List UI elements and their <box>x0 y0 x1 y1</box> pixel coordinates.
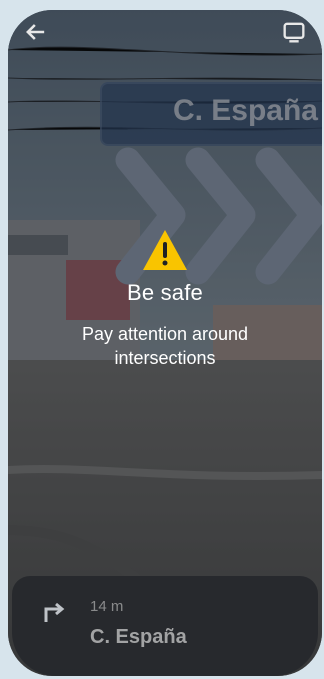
phone-screen: C. España Be safe Pay attention around i… <box>8 10 322 676</box>
navigation-card[interactable]: 14 m C. España <box>12 576 318 676</box>
screen-icon[interactable] <box>280 18 308 46</box>
distance-text: 14 m <box>90 598 124 615</box>
arrow-left-icon[interactable] <box>22 18 50 46</box>
turn-right-icon <box>40 598 68 626</box>
warning-triangle-icon <box>143 230 187 270</box>
warning-title: Be safe <box>126 280 203 305</box>
next-street-name: C. España <box>90 626 187 648</box>
safety-message: Be safe Pay attention around intersectio… <box>8 228 322 370</box>
warning-message: Pay attention around intersections <box>81 324 249 368</box>
